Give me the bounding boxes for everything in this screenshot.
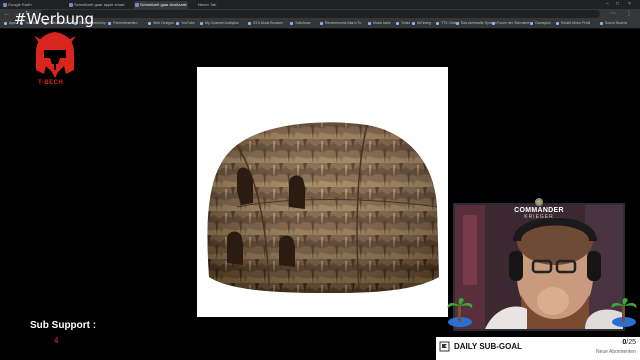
bookmark-item[interactable]: Sound Boards [600,20,627,27]
bookmark-item[interactable]: Das Amtshafte System [456,20,496,27]
sub-support-count: 4 [54,336,59,345]
tab-label: Schnellzelt gaar apple smart [74,2,125,7]
tab-label: Schnellzelt gaar Ansitzzelt [140,2,187,7]
close-window-icon[interactable]: × [628,0,631,9]
bookmark-item[interactable]: My Channel Analytics [200,20,238,27]
bookmark-item[interactable]: Music table [368,20,391,27]
goal-subtitle: Neue Abonnenten [595,349,636,355]
close-tab-icon[interactable]: × [184,1,186,9]
goal-title: DAILY SUB-GOAL [454,342,523,351]
goal-target: /25 [626,339,636,346]
favicon-icon [135,3,139,7]
product-image [197,67,448,317]
bookmark-item[interactable]: TTV Chat [436,20,456,27]
bookmark-item[interactable]: YouTube [176,20,195,27]
browser-tab-active[interactable]: Schnellzelt gaar Ansitzzelt × [134,1,188,9]
browser-tab-bar: Google Earth Schnellzelt gaar apple smar… [0,0,640,9]
bookmark-item[interactable]: ItsTiming [412,20,431,27]
address-bar-row: ← → ↻ ⋯ ⋮ [0,9,640,19]
bookmark-item[interactable]: Web Designs [148,20,174,27]
tent-window [227,231,243,265]
goal-flag-icon [439,341,450,352]
minimize-icon[interactable]: – [606,0,609,9]
url-field[interactable] [40,10,600,18]
bookmark-item[interactable]: Reddit Mirror Profil [556,20,590,27]
browser-tab[interactable]: Schnellzelt gaar apple smart [68,1,130,9]
tab-label: Neuer Tab [198,2,217,7]
menu-icon[interactable]: ⋮ [626,10,632,18]
camo-tent-image [207,122,439,293]
streamer-name-badge: COMMANDER KRIEGER [506,197,572,220]
bookmark-item[interactable]: GTA Mods Browser [248,20,283,27]
ad-label: #Werbung [14,10,94,28]
bookmark-item[interactable]: Remmensche Alarm Tu [320,20,361,27]
bookmark-item[interactable]: Gamepick [530,20,551,27]
logo-text: T-BECH [38,80,64,86]
streamer-name-line1: COMMANDER [514,207,564,214]
favicon-icon [3,3,7,7]
tent-window [289,175,305,209]
tab-label: Google Earth [8,2,32,7]
maximize-icon[interactable]: □ [616,0,619,9]
bookmarks-bar: Apps YouTube Twitch Chat Steam Workshop … [0,19,640,29]
webcam-frame [453,203,625,331]
palm-tree-icon [611,298,637,327]
sub-support-label: Sub Support : [30,320,97,331]
bookmark-item[interactable]: Forum der Sternabre [492,20,530,27]
extensions-icon[interactable]: ⋯ [610,10,616,18]
bookmark-item[interactable]: Tenks [396,20,410,27]
new-tab-button[interactable]: Neuer Tab [192,1,220,9]
palm-tree-icon [447,298,473,327]
tent-window [279,235,295,267]
streamer-name-line2: KRIEGER [524,214,554,220]
bookmark-item[interactable]: Firemeltmenttro [108,20,138,27]
daily-sub-goal-bar: DAILY SUB-GOAL 0/25 Neue Abonnenten [436,337,640,360]
browser-tab[interactable]: Google Earth [2,1,62,9]
favicon-icon [69,3,73,7]
goal-progress: 0/25 [622,339,636,346]
bookmark-item[interactable]: Twitchnax [290,20,311,27]
badge-emblem-icon [535,198,543,206]
back-icon[interactable]: ← [4,10,10,18]
